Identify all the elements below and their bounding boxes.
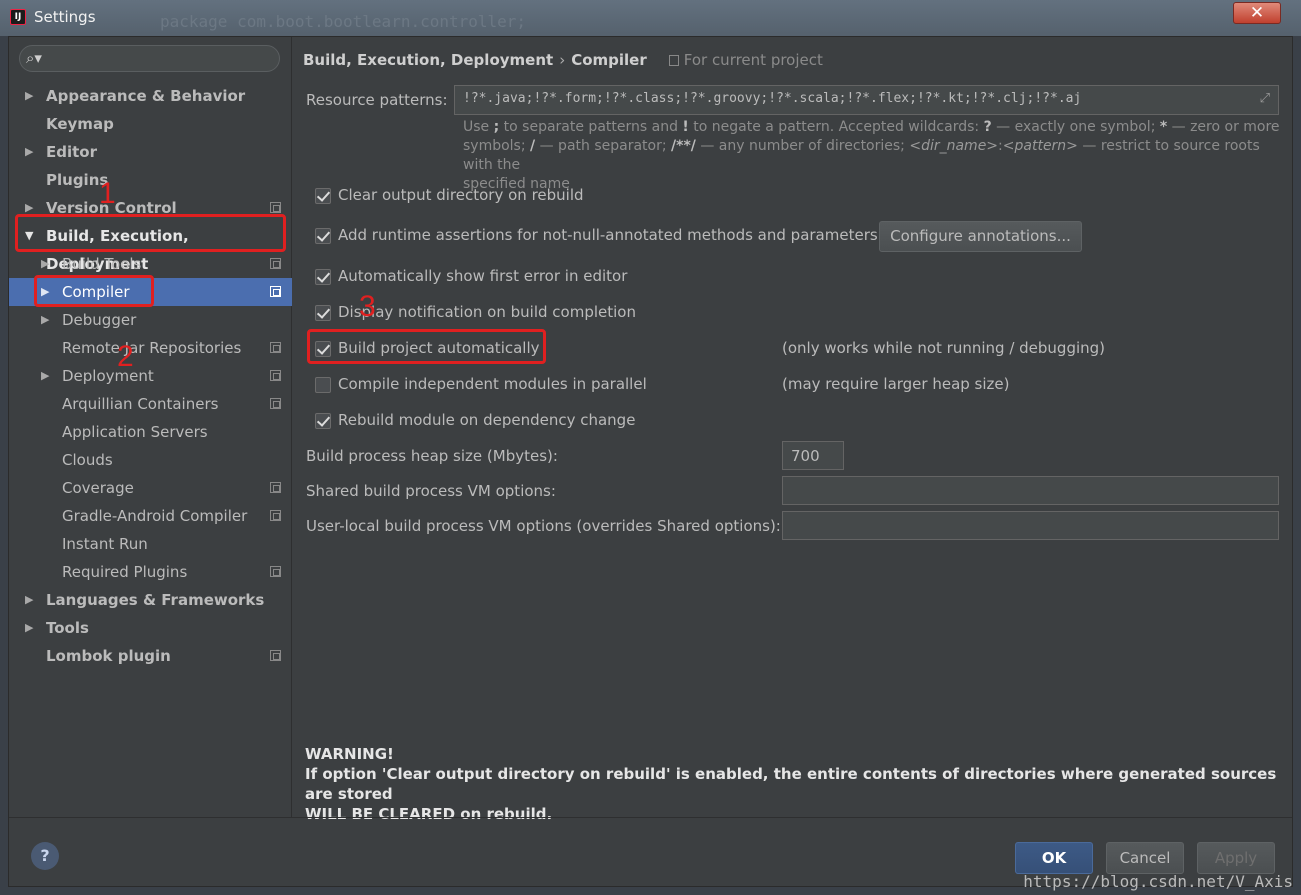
show-first-error-checkbox[interactable] [315,269,331,285]
settings-sidebar: ⌕▾ ▶ Appearance & Behavior Keymap ▶ Edit… [9,37,292,817]
help-button[interactable]: ? [31,842,59,870]
runtime-assertions-checkbox[interactable] [315,228,331,244]
sidebar-item-gradle-android-compiler[interactable]: Gradle-Android Compiler [9,502,292,530]
resource-patterns-field[interactable]: !?*.java;!?*.form;!?*.class;!?*.groovy;!… [454,85,1279,115]
sidebar-item-application-servers[interactable]: Application Servers [9,418,292,446]
search-input[interactable]: ⌕▾ [19,45,280,72]
resource-patterns-value: !?*.java;!?*.form;!?*.class;!?*.groovy;!… [463,91,1082,106]
expand-arrow-icon: ▶ [25,621,34,634]
sidebar-item-debugger[interactable]: ▶ Debugger [9,306,292,334]
annotation-box-2 [34,275,154,307]
display-notification-label[interactable]: Display notification on build completion [338,303,636,321]
rebuild-warning: WARNING! If option 'Clear output directo… [305,744,1292,824]
window-title: Settings [34,8,96,26]
breadcrumb-scope-note: For current project [683,51,823,69]
sidebar-item-appearance[interactable]: ▶ Appearance & Behavior [9,82,292,110]
search-icon: ⌕▾ [26,49,42,67]
project-scope-icon [270,510,281,521]
clear-output-label[interactable]: Clear output directory on rebuild [338,186,584,204]
expand-arrow-icon: ▶ [25,593,34,606]
show-first-error-label[interactable]: Automatically show first error in editor [338,267,627,285]
breadcrumb: Build, Execution, Deployment › Compiler For… [303,51,823,69]
annotation-number-3: 3 [359,290,376,323]
close-window-button[interactable]: ✕ [1233,2,1281,24]
project-scope-icon [270,286,281,297]
resource-patterns-hint: Use ; to separate patterns and ! to nega… [463,119,1280,192]
display-notification-checkbox[interactable] [315,305,331,321]
sidebar-item-keymap[interactable]: Keymap [9,110,292,138]
apply-button[interactable]: Apply [1197,842,1275,874]
sidebar-item-deployment[interactable]: ▶ Deployment [9,362,292,390]
project-scope-icon [270,566,281,577]
annotation-number-2: 2 [117,340,134,373]
breadcrumb-parent[interactable]: Build, Execution, Deployment [303,51,553,69]
compiler-settings-panel: Build, Execution, Deployment › Compiler For… [293,37,1292,823]
configure-annotations-button[interactable]: Configure annotations... [879,221,1082,252]
expand-arrow-icon: ▶ [25,145,34,158]
sidebar-item-languages-frameworks[interactable]: ▶ Languages & Frameworks [9,586,292,614]
sidebar-item-plugins[interactable]: Plugins [9,166,292,194]
sidebar-item-lombok-plugin[interactable]: Lombok plugin [9,642,292,670]
expand-arrow-icon: ▶ [41,313,50,326]
compile-parallel-label[interactable]: Compile independent modules in parallel [338,375,647,393]
intellij-app-icon: IJ [10,9,26,25]
sidebar-item-remote-jar-repositories[interactable]: Remote Jar Repositories [9,334,292,362]
annotation-number-1: 1 [99,177,116,210]
sidebar-item-editor[interactable]: ▶ Editor [9,138,292,166]
runtime-assertions-label[interactable]: Add runtime assertions for not-null-anno… [338,226,878,244]
help-icon: ? [40,846,50,865]
heap-size-input[interactable]: 700 [782,441,844,470]
clear-output-checkbox[interactable] [315,188,331,204]
local-vm-options-label: User-local build process VM options (ove… [306,517,781,535]
project-scope-icon [668,55,679,66]
ok-button[interactable]: OK [1015,842,1093,874]
project-scope-icon [270,370,281,381]
shared-vm-options-input[interactable] [782,476,1279,505]
heap-size-label: Build process heap size (Mbytes): [306,447,558,465]
watermark-text: https://blog.csdn.net/V_Axis [1023,872,1293,891]
project-scope-icon [270,398,281,409]
sidebar-item-build-tools[interactable]: ▶ Build Tools [9,250,292,278]
project-scope-icon [270,650,281,661]
project-scope-icon [270,258,281,269]
resource-patterns-label: Resource patterns: [306,91,448,109]
expand-field-icon[interactable]: ⤢ [1260,91,1270,106]
project-scope-icon [270,482,281,493]
sidebar-item-required-plugins[interactable]: Required Plugins [9,558,292,586]
annotation-box-3 [307,329,546,364]
expand-arrow-icon: ▶ [25,89,34,102]
build-automatically-note: (only works while not running / debuggin… [782,339,1106,357]
expand-arrow-icon: ▶ [41,257,50,270]
title-bar: IJ Settings package com.boot.bootlearn.c… [0,0,1301,36]
breadcrumb-current: Compiler [571,51,647,69]
rebuild-dependency-checkbox[interactable] [315,413,331,429]
compile-parallel-checkbox[interactable] [315,377,331,393]
sidebar-item-arquillian-containers[interactable]: Arquillian Containers [9,390,292,418]
sidebar-item-coverage[interactable]: Coverage [9,474,292,502]
rebuild-dependency-label[interactable]: Rebuild module on dependency change [338,411,635,429]
project-scope-icon [270,342,281,353]
warning-text: If option 'Clear output directory on reb… [305,765,1277,803]
cancel-button[interactable]: Cancel [1106,842,1184,874]
background-code-text: package com.boot.bootlearn.controller; [160,12,527,31]
expand-arrow-icon: ▶ [41,369,50,382]
compile-parallel-note: (may require larger heap size) [782,375,1010,393]
sidebar-item-tools[interactable]: ▶ Tools [9,614,292,642]
local-vm-options-input[interactable] [782,511,1279,540]
warning-title: WARNING! [305,745,394,763]
project-scope-icon [270,202,281,213]
shared-vm-options-label: Shared build process VM options: [306,482,556,500]
sidebar-item-instant-run[interactable]: Instant Run [9,530,292,558]
annotation-box-1 [15,214,286,252]
settings-dialog: ⌕▾ ▶ Appearance & Behavior Keymap ▶ Edit… [8,36,1293,887]
sidebar-item-clouds[interactable]: Clouds [9,446,292,474]
close-icon: ✕ [1249,3,1265,23]
breadcrumb-separator: › [559,51,566,69]
